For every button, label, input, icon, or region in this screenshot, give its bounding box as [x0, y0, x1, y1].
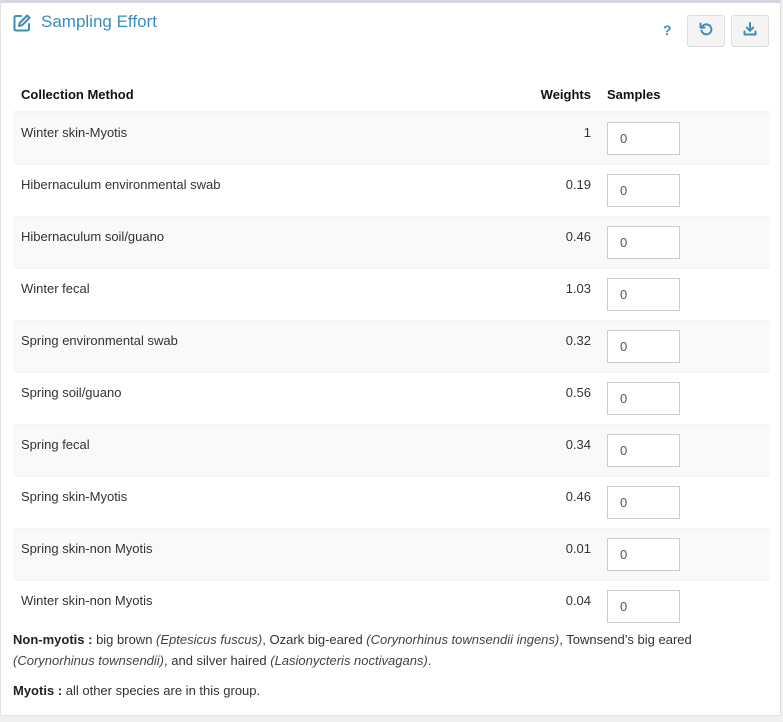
samples-input[interactable] — [607, 434, 680, 467]
col-header-weights: Weights — [483, 78, 599, 113]
row-method: Spring skin-non Myotis — [13, 528, 483, 581]
row-weight: 0.34 — [483, 424, 599, 477]
row-method: Spring fecal — [13, 424, 483, 477]
samples-input[interactable] — [607, 226, 680, 259]
row-samples-cell — [599, 528, 770, 581]
species-name: (Corynorhinus townsendii) — [13, 653, 165, 668]
undo-icon — [699, 22, 713, 41]
row-weight: 0.01 — [483, 528, 599, 581]
note-text: , and silver haired — [164, 653, 271, 668]
samples-input[interactable] — [607, 330, 680, 363]
note-text: . — [427, 653, 432, 668]
samples-input[interactable] — [607, 590, 680, 623]
samples-input[interactable] — [607, 382, 680, 415]
row-weight: 0.46 — [483, 476, 599, 529]
row-samples-cell — [599, 580, 770, 632]
note-text: , Townsend’s big eared — [559, 632, 692, 647]
row-weight: 0.19 — [483, 164, 599, 217]
species-name: (Corynorhinus townsendii ingens) — [366, 632, 560, 647]
row-samples-cell — [599, 164, 770, 217]
non-myotis-separator: : — [84, 632, 97, 647]
samples-input[interactable] — [607, 122, 680, 155]
table-body: Winter skin-Myotis 1 Hibernaculum enviro… — [13, 111, 770, 632]
table-header-row: Collection Method Weights Samples — [13, 78, 770, 113]
reset-button[interactable] — [687, 15, 725, 47]
row-method: Winter skin-non Myotis — [13, 580, 483, 632]
table-row: Winter fecal 1.03 — [13, 268, 770, 321]
non-myotis-label: Non-myotis — [13, 632, 85, 647]
row-weight: 0.56 — [483, 372, 599, 425]
table-row: Spring skin-non Myotis 0.01 — [13, 528, 770, 581]
row-weight: 1 — [483, 111, 599, 165]
table-row: Spring environmental swab 0.32 — [13, 320, 770, 373]
myotis-label: Myotis — [13, 683, 55, 698]
row-weight: 1.03 — [483, 268, 599, 321]
row-method: Hibernaculum soil/guano — [13, 216, 483, 269]
samples-input[interactable] — [607, 538, 680, 571]
table-row: Hibernaculum environmental swab 0.19 — [13, 164, 770, 217]
non-myotis-note: Non-myotis : big brown (Eptesicus fuscus… — [13, 629, 773, 671]
row-method: Winter skin-Myotis — [13, 111, 483, 165]
table-row: Spring soil/guano 0.56 — [13, 372, 770, 425]
myotis-note: Myotis : all other species are in this g… — [13, 680, 773, 701]
table-row: Winter skin-Myotis 1 — [13, 111, 770, 165]
note-text: all other species are in this group. — [65, 683, 261, 698]
row-samples-cell — [599, 424, 770, 477]
row-method: Hibernaculum environmental swab — [13, 164, 483, 217]
samples-input[interactable] — [607, 278, 680, 311]
row-samples-cell — [599, 320, 770, 373]
col-header-samples: Samples — [599, 78, 770, 113]
sampling-effort-table: Collection Method Weights Samples Winter… — [13, 78, 770, 632]
table-row: Spring skin-Myotis 0.46 — [13, 476, 770, 529]
row-samples-cell — [599, 372, 770, 425]
row-samples-cell — [599, 268, 770, 321]
download-icon — [743, 21, 757, 41]
panel-header: Sampling Effort ? — [1, 3, 780, 53]
myotis-separator: : — [54, 683, 66, 698]
row-method: Spring skin-Myotis — [13, 476, 483, 529]
row-weight: 0.32 — [483, 320, 599, 373]
row-method: Spring soil/guano — [13, 372, 483, 425]
samples-input[interactable] — [607, 174, 680, 207]
note-text: , Ozark big-eared — [262, 632, 367, 647]
row-method: Winter fecal — [13, 268, 483, 321]
row-samples-cell — [599, 111, 770, 165]
species-name: (Eptesicus fuscus) — [156, 632, 263, 647]
download-button[interactable] — [731, 15, 769, 47]
species-name: (Lasionycteris noctivagans) — [270, 653, 428, 668]
row-weight: 0.46 — [483, 216, 599, 269]
edit-icon — [12, 13, 32, 33]
sampling-effort-panel: Sampling Effort ? Collection Method Weig… — [0, 0, 781, 716]
row-weight: 0.04 — [483, 580, 599, 632]
panel-title: Sampling Effort — [41, 12, 157, 31]
table-row: Spring fecal 0.34 — [13, 424, 770, 477]
table-row: Winter skin-non Myotis 0.04 — [13, 580, 770, 632]
col-header-method: Collection Method — [13, 78, 483, 113]
row-samples-cell — [599, 476, 770, 529]
samples-input[interactable] — [607, 486, 680, 519]
table-row: Hibernaculum soil/guano 0.46 — [13, 216, 770, 269]
row-samples-cell — [599, 216, 770, 269]
note-text: big brown — [96, 632, 157, 647]
help-link[interactable]: ? — [663, 22, 672, 38]
row-method: Spring environmental swab — [13, 320, 483, 373]
